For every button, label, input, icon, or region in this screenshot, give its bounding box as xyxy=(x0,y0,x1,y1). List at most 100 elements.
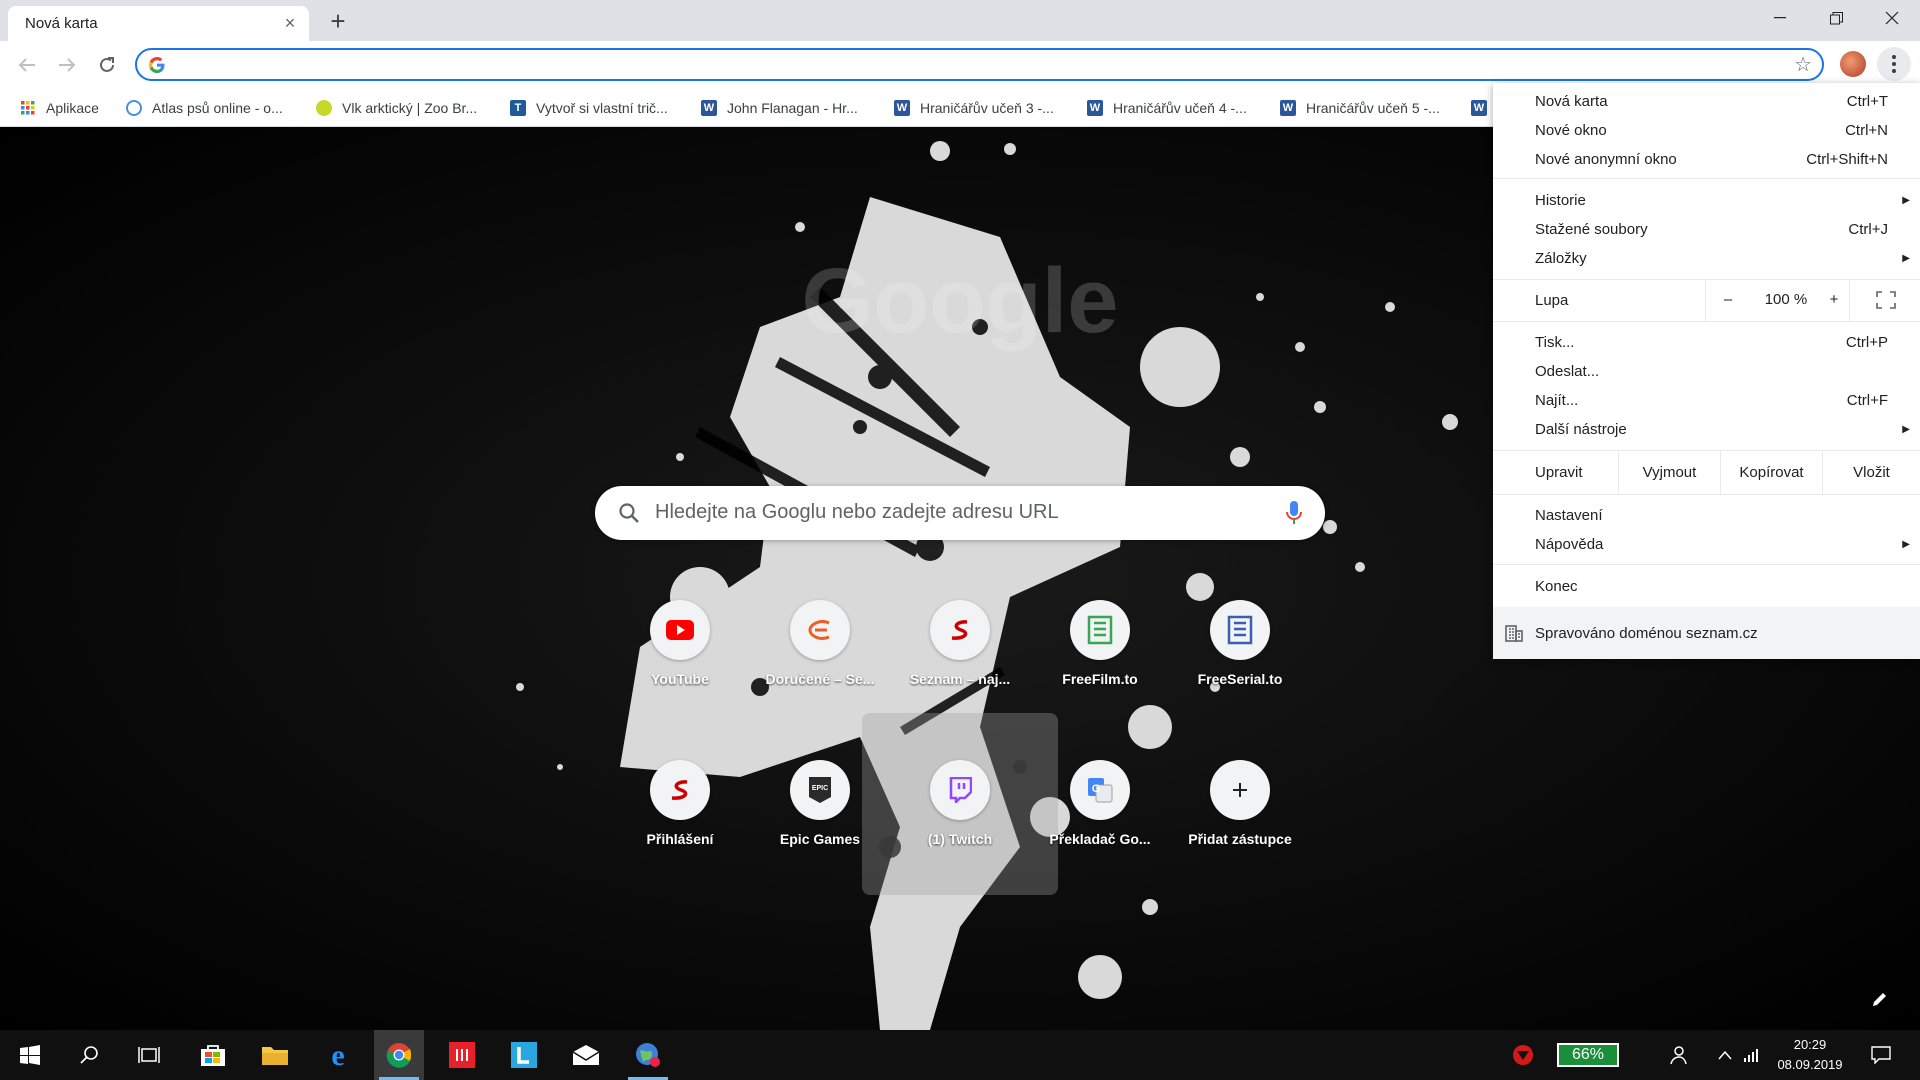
people-button[interactable] xyxy=(1653,1030,1703,1080)
shortcut-tile[interactable]: G Překladač Go... xyxy=(1044,754,1156,866)
search-taskbar-button[interactable] xyxy=(64,1030,114,1080)
bookmark-wiki-1[interactable]: W John Flanagan - Hr... xyxy=(701,88,858,127)
bookmark-wiki-2[interactable]: W Hraničářův učeň 3 -... xyxy=(894,88,1054,127)
edge-taskbar-button[interactable]: e xyxy=(313,1030,363,1080)
shortcut-tile[interactable]: EPIC Epic Games xyxy=(764,754,876,866)
shortcut-label: Přihlášení xyxy=(646,831,714,847)
menu-item-new-tab[interactable]: Nová karta Ctrl+T xyxy=(1493,88,1920,114)
close-icon xyxy=(1885,11,1899,25)
paste-button[interactable]: Vložit xyxy=(1822,450,1920,494)
forward-button[interactable] xyxy=(52,50,82,80)
system-clock[interactable]: 20:29 08.09.2019 xyxy=(1770,1035,1850,1075)
notification-icon xyxy=(1871,1046,1891,1064)
bookmark-label: Hraničářův učeň 3 -... xyxy=(920,99,1054,116)
file-explorer-taskbar-button[interactable] xyxy=(250,1030,300,1080)
freefilm-icon xyxy=(1070,600,1130,660)
tab-close-icon[interactable]: × xyxy=(281,14,299,32)
shortcut-tile[interactable]: Seznam – naj... xyxy=(904,594,1016,706)
seznam-icon xyxy=(930,600,990,660)
bookmark-wiki-4[interactable]: W Hraničářův učeň 5 -... xyxy=(1280,88,1440,127)
battery-indicator[interactable]: 66% xyxy=(1557,1043,1619,1067)
search-box[interactable]: Hledejte na Googlu nebo zadejte adresu U… xyxy=(595,486,1325,540)
shortcut-tile[interactable]: Doručené – Se... xyxy=(764,594,876,706)
youtube-icon xyxy=(650,600,710,660)
fullscreen-button[interactable] xyxy=(1849,279,1920,321)
shortcut-tile[interactable]: Přihlášení xyxy=(624,754,736,866)
wiki-icon: W xyxy=(1471,99,1487,116)
managed-by-domain[interactable]: Spravováno doménou seznam.cz xyxy=(1493,607,1920,659)
copy-button[interactable]: Kopírovat xyxy=(1720,450,1822,494)
globe-app-taskbar-button[interactable] xyxy=(623,1030,673,1080)
menu-item-find[interactable]: Najít... Ctrl+F xyxy=(1493,387,1920,413)
close-window-button[interactable] xyxy=(1864,0,1920,36)
chrome-taskbar-button[interactable] xyxy=(374,1030,424,1080)
task-view-button[interactable] xyxy=(124,1030,174,1080)
bookmark-zoo[interactable]: Vlk arktický | Zoo Br... xyxy=(316,88,477,127)
menu-label: Nápověda xyxy=(1535,535,1604,553)
bookmark-wiki-3[interactable]: W Hraničářův učeň 4 -... xyxy=(1087,88,1247,127)
customize-button[interactable] xyxy=(1862,981,1898,1017)
bookmark-star-icon[interactable]: ☆ xyxy=(1794,55,1812,75)
zoom-value: 100 % xyxy=(1764,291,1808,308)
minimize-button[interactable] xyxy=(1752,0,1808,36)
microphone-icon[interactable] xyxy=(1285,499,1303,527)
atlas-icon xyxy=(126,99,142,116)
menu-label: Najít... xyxy=(1535,391,1579,409)
menu-item-downloads[interactable]: Stažené soubory Ctrl+J xyxy=(1493,216,1920,242)
store-taskbar-button[interactable] xyxy=(188,1030,238,1080)
red-app-taskbar-button[interactable] xyxy=(437,1030,487,1080)
menu-item-bookmarks[interactable]: Záložky ▶ xyxy=(1493,245,1920,271)
omnibox-input[interactable] xyxy=(177,54,1737,76)
menu-item-help[interactable]: Nápověda ▶ xyxy=(1493,531,1920,557)
bookmark-apps[interactable]: Aplikace xyxy=(20,88,99,127)
shortcut-tile[interactable]: YouTube xyxy=(624,594,736,706)
menu-item-cast[interactable]: Odeslat... xyxy=(1493,358,1920,384)
shortcut-label: Doručené – Se... xyxy=(765,671,875,687)
menu-item-print[interactable]: Tisk... Ctrl+P xyxy=(1493,329,1920,355)
reload-button[interactable] xyxy=(92,50,122,80)
tab-new-tab[interactable]: Nová karta × xyxy=(8,6,309,41)
menu-item-more-tools[interactable]: Další nástroje ▶ xyxy=(1493,416,1920,442)
menu-shortcut: Ctrl+J xyxy=(1848,220,1888,238)
cut-button[interactable]: Vyjmout xyxy=(1618,450,1720,494)
wiki-icon: W xyxy=(1087,99,1103,116)
copy-label: Kopírovat xyxy=(1739,463,1804,481)
zoom-out-button[interactable]: – xyxy=(1718,291,1738,308)
shortcut-label: Přidat zástupce xyxy=(1188,831,1292,847)
windows-logo-icon xyxy=(20,1045,40,1065)
shortcut-label: FreeFilm.to xyxy=(1062,671,1138,687)
shortcut-tile[interactable]: FreeSerial.to xyxy=(1184,594,1296,706)
avatar[interactable] xyxy=(1840,51,1866,77)
l-app-taskbar-button[interactable] xyxy=(499,1030,549,1080)
back-button[interactable] xyxy=(12,50,42,80)
menu-item-incognito[interactable]: Nové anonymní okno Ctrl+Shift+N xyxy=(1493,146,1920,172)
tray-app-button[interactable] xyxy=(1498,1030,1548,1080)
omnibox[interactable]: ☆ xyxy=(135,48,1824,81)
start-button[interactable] xyxy=(5,1030,55,1080)
menu-item-new-window[interactable]: Nové okno Ctrl+N xyxy=(1493,117,1920,143)
menu-label: Tisk... xyxy=(1535,333,1575,351)
shortcut-tile[interactable]: FreeFilm.to xyxy=(1044,594,1156,706)
add-shortcut-button[interactable]: Přidat zástupce xyxy=(1184,754,1296,866)
action-center-button[interactable] xyxy=(1856,1030,1906,1080)
menu-separator xyxy=(1493,321,1920,322)
menu-item-history[interactable]: Historie ▶ xyxy=(1493,187,1920,213)
restore-button[interactable] xyxy=(1808,0,1864,36)
menu-item-settings[interactable]: Nastavení xyxy=(1493,502,1920,528)
shortcut-tile[interactable]: (1) Twitch xyxy=(904,754,1016,866)
bookmark-atlas[interactable]: Atlas psů online - o... xyxy=(126,88,283,127)
cut-label: Vyjmout xyxy=(1642,463,1697,481)
chrome-menu-button[interactable] xyxy=(1877,47,1911,81)
tshirt-icon: T xyxy=(510,99,526,116)
menu-item-exit[interactable]: Konec xyxy=(1493,573,1920,599)
svg-text:EPIC: EPIC xyxy=(812,785,828,792)
twitch-icon xyxy=(930,760,990,820)
new-tab-button[interactable]: + xyxy=(324,8,352,36)
bookmark-label: Vlk arktický | Zoo Br... xyxy=(342,99,478,116)
bookmark-tshirt[interactable]: T Vytvoř si vlastní trič... xyxy=(510,88,668,127)
zoom-in-button[interactable]: + xyxy=(1824,291,1844,308)
forward-arrow-icon xyxy=(59,58,76,72)
plus-icon xyxy=(1210,760,1270,820)
bookmark-label: Hraničářův učeň 4 -... xyxy=(1113,99,1247,116)
mail-taskbar-button[interactable] xyxy=(561,1030,611,1080)
